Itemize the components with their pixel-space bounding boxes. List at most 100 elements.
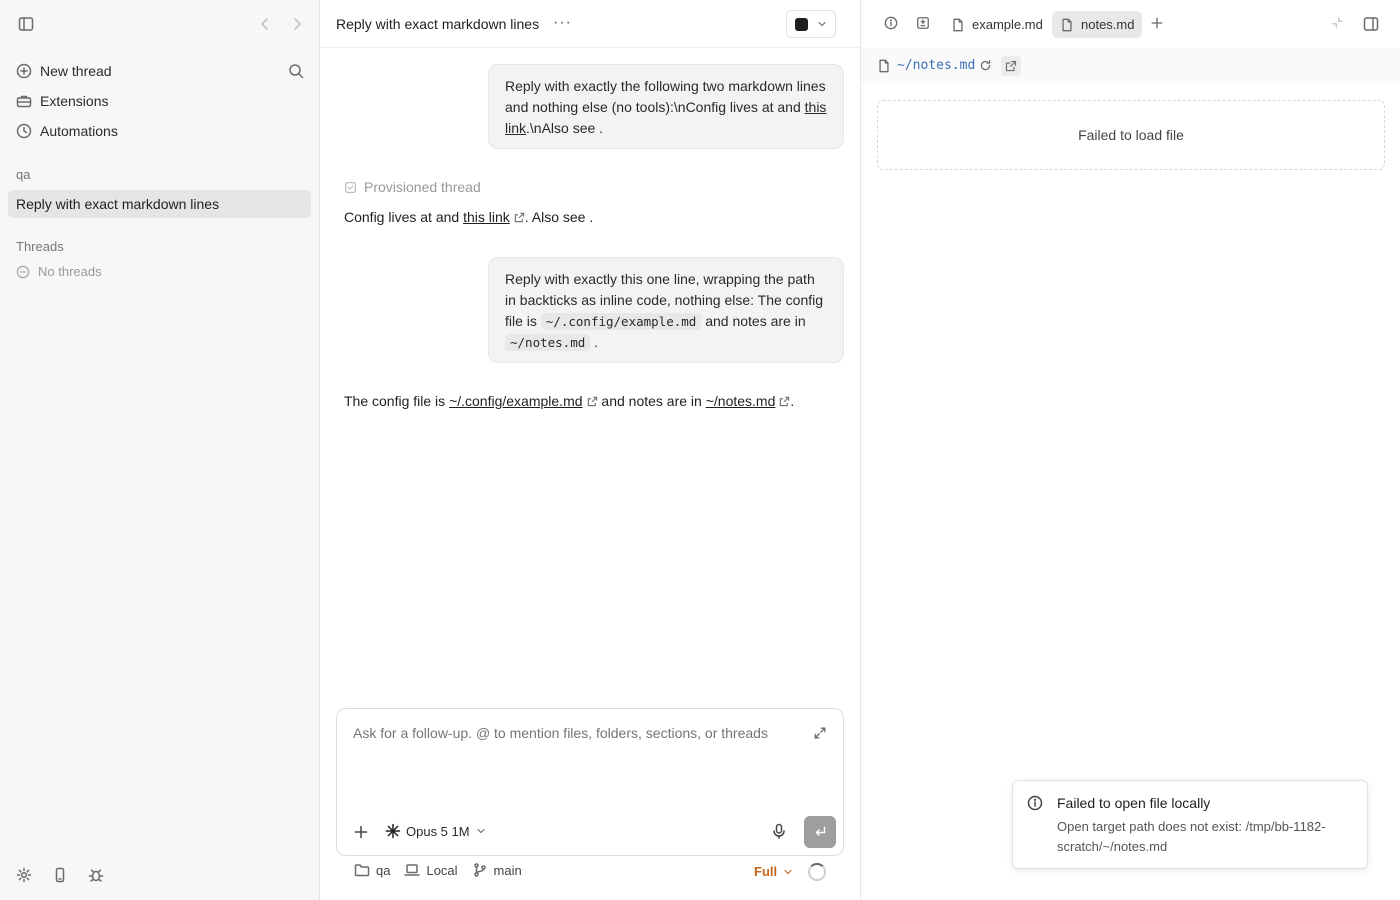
assistant-reply-2: The config file is ~/.config/example.md … [344, 391, 794, 411]
tab-notes-md[interactable]: notes.md [1052, 11, 1143, 38]
file-tab-bar: example.md notes.md [861, 0, 1400, 48]
empty-chat-icon [16, 265, 30, 278]
error-toast[interactable]: Failed to open file locally Open target … [1012, 780, 1368, 869]
sidebar-thread-active[interactable]: Reply with exact markdown lines [8, 190, 311, 218]
toast-message: Open target path does not exist: /tmp/bb… [1057, 819, 1326, 854]
diff-icon[interactable] [916, 16, 930, 30]
message-text: . [790, 393, 795, 409]
access-level-label: Full [754, 864, 778, 879]
sidebar-bottom-bar [16, 867, 104, 883]
message-text: Config lives at and [344, 209, 464, 225]
external-link-icon [514, 212, 524, 223]
sidebar: New thread Extensions Automations qa Rep… [0, 0, 320, 900]
file-load-error: Failed to load file [877, 100, 1385, 170]
chevron-down-icon [817, 21, 826, 27]
external-link-icon [1005, 60, 1017, 72]
thread-title: Reply with exact markdown lines [336, 16, 540, 32]
assistant-reply-1: Config lives at and this link . Also see … [344, 207, 593, 227]
model-selector[interactable]: Opus 5 1M [385, 823, 487, 839]
open-external-button[interactable] [1001, 56, 1021, 76]
sidebar-item-new-thread[interactable]: New thread [8, 56, 312, 86]
no-threads-placeholder: No threads [16, 264, 102, 279]
file-viewer-panel: example.md notes.md ~/notes.md Failed to… [860, 0, 1400, 900]
chat-panel: Reply with exact markdown lines ··· Repl… [320, 0, 860, 900]
composer-footer: qa Local main [354, 862, 522, 878]
message-text: and notes are in [597, 393, 706, 409]
forward-arrow-icon[interactable] [289, 16, 305, 32]
file-icon [877, 59, 891, 73]
external-link-icon [587, 396, 597, 407]
send-button[interactable] [804, 816, 836, 848]
clock-icon [16, 123, 32, 139]
provisioned-thread-notice: Provisioned thread [344, 179, 481, 195]
file-path[interactable]: ~/notes.md [897, 58, 975, 73]
enter-arrow-icon [815, 826, 826, 836]
sidebar-nav: New thread Extensions Automations [8, 56, 312, 146]
mobile-device-icon[interactable] [52, 867, 68, 883]
folder-name: qa [376, 862, 391, 878]
add-attachment-icon[interactable] [353, 824, 369, 840]
back-arrow-icon[interactable] [257, 16, 273, 32]
follow-up-input[interactable] [353, 725, 793, 741]
info-icon[interactable] [884, 16, 898, 30]
message-text: . [590, 334, 599, 350]
provision-icon [345, 181, 356, 193]
file-link-example[interactable]: ~/.config/example.md [449, 393, 582, 409]
collapse-icon[interactable] [1331, 16, 1344, 29]
tab-label: notes.md [1081, 17, 1135, 32]
sparkle-icon [385, 823, 401, 839]
microphone-icon[interactable] [771, 823, 787, 839]
toast-title: Failed to open file locally [1057, 795, 1211, 811]
user-message-2: Reply with exactly this one line, wrappi… [488, 257, 844, 363]
message-link[interactable]: this link [463, 209, 510, 225]
folder-icon [354, 864, 370, 877]
message-text: . Also see . [524, 209, 594, 225]
file-icon [953, 18, 963, 31]
info-icon [1027, 795, 1043, 811]
new-tab-icon[interactable] [1150, 16, 1164, 30]
chevron-down-icon [477, 828, 485, 834]
sidebar-toggle-icon[interactable] [18, 16, 34, 32]
folder-selector[interactable]: qa [354, 862, 390, 878]
branch-selector[interactable]: main [472, 862, 522, 878]
chat-header: Reply with exact markdown lines ··· [320, 0, 860, 48]
inline-code: ~/notes.md [505, 334, 591, 351]
composer: Opus 5 1M [336, 708, 844, 856]
threads-section-label: Threads [16, 239, 64, 254]
bug-icon[interactable] [88, 867, 104, 883]
sidebar-item-label: New thread [40, 63, 112, 79]
external-link-icon [780, 396, 790, 407]
terminal-icon [794, 17, 808, 31]
toolbox-icon [16, 95, 32, 108]
search-icon[interactable] [288, 63, 312, 79]
panel-toggle-icon[interactable] [1363, 16, 1379, 32]
sidebar-top-bar [0, 0, 320, 48]
file-icon [1062, 18, 1072, 31]
inline-code: ~/.config/example.md [540, 313, 702, 330]
model-name: Opus 5 1M [406, 823, 470, 839]
sidebar-item-automations[interactable]: Automations [8, 116, 312, 146]
message-text: and notes are in [701, 313, 806, 329]
laptop-icon [404, 864, 421, 876]
more-options-button[interactable]: ··· [553, 14, 572, 32]
access-level-selector[interactable]: Full [754, 864, 794, 879]
mode-selector-button[interactable] [786, 10, 836, 38]
sidebar-item-extensions[interactable]: Extensions [8, 86, 312, 116]
project-label[interactable]: qa [16, 167, 30, 182]
reload-icon[interactable] [979, 59, 992, 72]
message-text: .\nAlso see . [526, 120, 604, 136]
file-path-bar: ~/notes.md [861, 48, 1400, 84]
expand-icon[interactable] [813, 726, 827, 740]
message-text: The config file is [344, 393, 450, 409]
file-link-notes[interactable]: ~/notes.md [706, 393, 776, 409]
environment-selector[interactable]: Local [404, 862, 458, 878]
chevron-down-icon [784, 869, 792, 874]
plus-circle-icon [16, 63, 32, 79]
tab-example-md[interactable]: example.md [943, 11, 1051, 38]
user-message-1: Reply with exactly the following two mar… [488, 64, 844, 149]
message-text: Reply with exactly the following two mar… [505, 78, 826, 115]
sidebar-item-label: Automations [40, 123, 118, 139]
settings-gear-icon[interactable] [16, 867, 32, 883]
loading-spinner-icon [808, 863, 826, 881]
environment-name: Local [426, 862, 458, 878]
